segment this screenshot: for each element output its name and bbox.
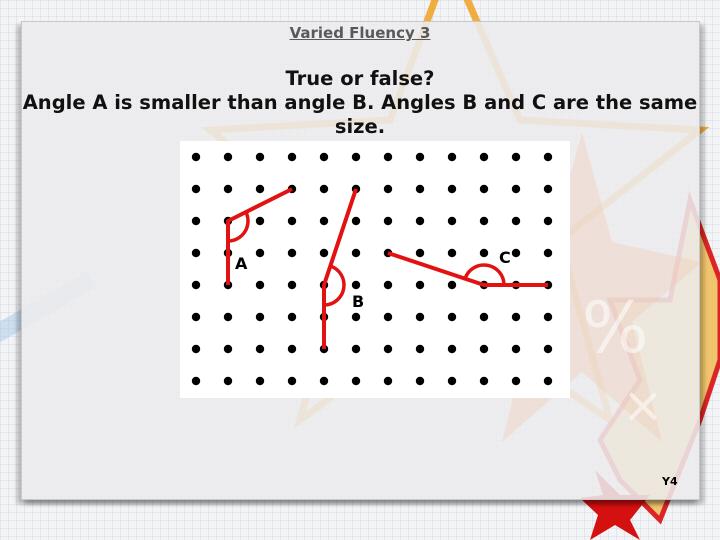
grid-dot — [511, 184, 521, 194]
grid-dot — [415, 216, 425, 226]
grid-dot — [543, 376, 553, 386]
grid-dot — [319, 216, 329, 226]
grid-dot — [255, 312, 265, 322]
grid-dot — [415, 280, 425, 290]
grid-dot — [415, 248, 425, 258]
grid-dot — [543, 312, 553, 322]
grid-dot — [191, 312, 201, 322]
angle-c-arms — [387, 251, 548, 287]
grid-dot — [255, 184, 265, 194]
dot-grid — [191, 152, 553, 386]
grid-dot — [223, 152, 233, 162]
grid-dot — [287, 152, 297, 162]
grid-dot — [383, 280, 393, 290]
grid-dot — [191, 216, 201, 226]
grid-dot — [511, 344, 521, 354]
grid-dot — [479, 184, 489, 194]
grid-dot — [287, 312, 297, 322]
grid-dot — [191, 248, 201, 258]
grid-dot — [511, 216, 521, 226]
grid-dot — [447, 184, 457, 194]
grid-dot — [223, 312, 233, 322]
grid-dot — [319, 248, 329, 258]
grid-dot — [543, 152, 553, 162]
angle-label-b: B — [352, 292, 365, 311]
year-label: Y4 — [662, 475, 678, 488]
grid-dot — [479, 216, 489, 226]
grid-dot — [383, 376, 393, 386]
grid-dot — [479, 344, 489, 354]
grid-dot — [223, 184, 233, 194]
grid-dot — [319, 376, 329, 386]
grid-dot — [447, 280, 457, 290]
grid-dot — [479, 312, 489, 322]
grid-dot — [255, 376, 265, 386]
grid-dot — [351, 248, 361, 258]
grid-dot — [511, 248, 521, 258]
angle-label-a: A — [235, 254, 248, 273]
grid-dot — [351, 216, 361, 226]
grid-dot — [287, 344, 297, 354]
grid-dot — [287, 280, 297, 290]
grid-dot — [511, 312, 521, 322]
grid-dot — [191, 376, 201, 386]
grid-dot — [415, 376, 425, 386]
grid-dot — [543, 184, 553, 194]
grid-dot — [415, 184, 425, 194]
grid-dot — [255, 344, 265, 354]
grid-dot — [415, 152, 425, 162]
grid-dot — [351, 280, 361, 290]
grid-dot — [447, 312, 457, 322]
grid-dot — [447, 248, 457, 258]
grid-dot — [479, 152, 489, 162]
grid-dot — [415, 344, 425, 354]
grid-dot — [543, 344, 553, 354]
grid-dot — [255, 248, 265, 258]
grid-dot — [351, 312, 361, 322]
grid-dot — [479, 376, 489, 386]
grid-dot — [543, 216, 553, 226]
grid-dot — [191, 280, 201, 290]
grid-dot — [287, 248, 297, 258]
grid-dot — [223, 344, 233, 354]
grid-dot — [255, 152, 265, 162]
grid-dot — [351, 344, 361, 354]
grid-dot — [447, 152, 457, 162]
grid-dot — [287, 216, 297, 226]
grid-dot — [511, 376, 521, 386]
grid-dot — [223, 376, 233, 386]
angle-b-arms — [322, 188, 358, 349]
grid-dot — [447, 216, 457, 226]
grid-dot — [191, 344, 201, 354]
grid-dot — [383, 152, 393, 162]
grid-dot — [511, 152, 521, 162]
grid-dot — [191, 152, 201, 162]
grid-dot — [351, 152, 361, 162]
grid-dot — [415, 312, 425, 322]
grid-dot — [191, 184, 201, 194]
grid-dot — [383, 184, 393, 194]
grid-dot — [479, 248, 489, 258]
grid-dot — [255, 280, 265, 290]
grid-dot — [287, 376, 297, 386]
grid-dot — [351, 376, 361, 386]
grid-dot — [447, 344, 457, 354]
grid-dot — [255, 216, 265, 226]
grid-dot — [543, 248, 553, 258]
grid-dot — [319, 152, 329, 162]
grid-dot — [447, 376, 457, 386]
grid-dot — [319, 184, 329, 194]
angle-label-c: C — [499, 248, 511, 267]
grid-dot — [383, 312, 393, 322]
grid-dot — [383, 216, 393, 226]
grid-dot — [383, 344, 393, 354]
